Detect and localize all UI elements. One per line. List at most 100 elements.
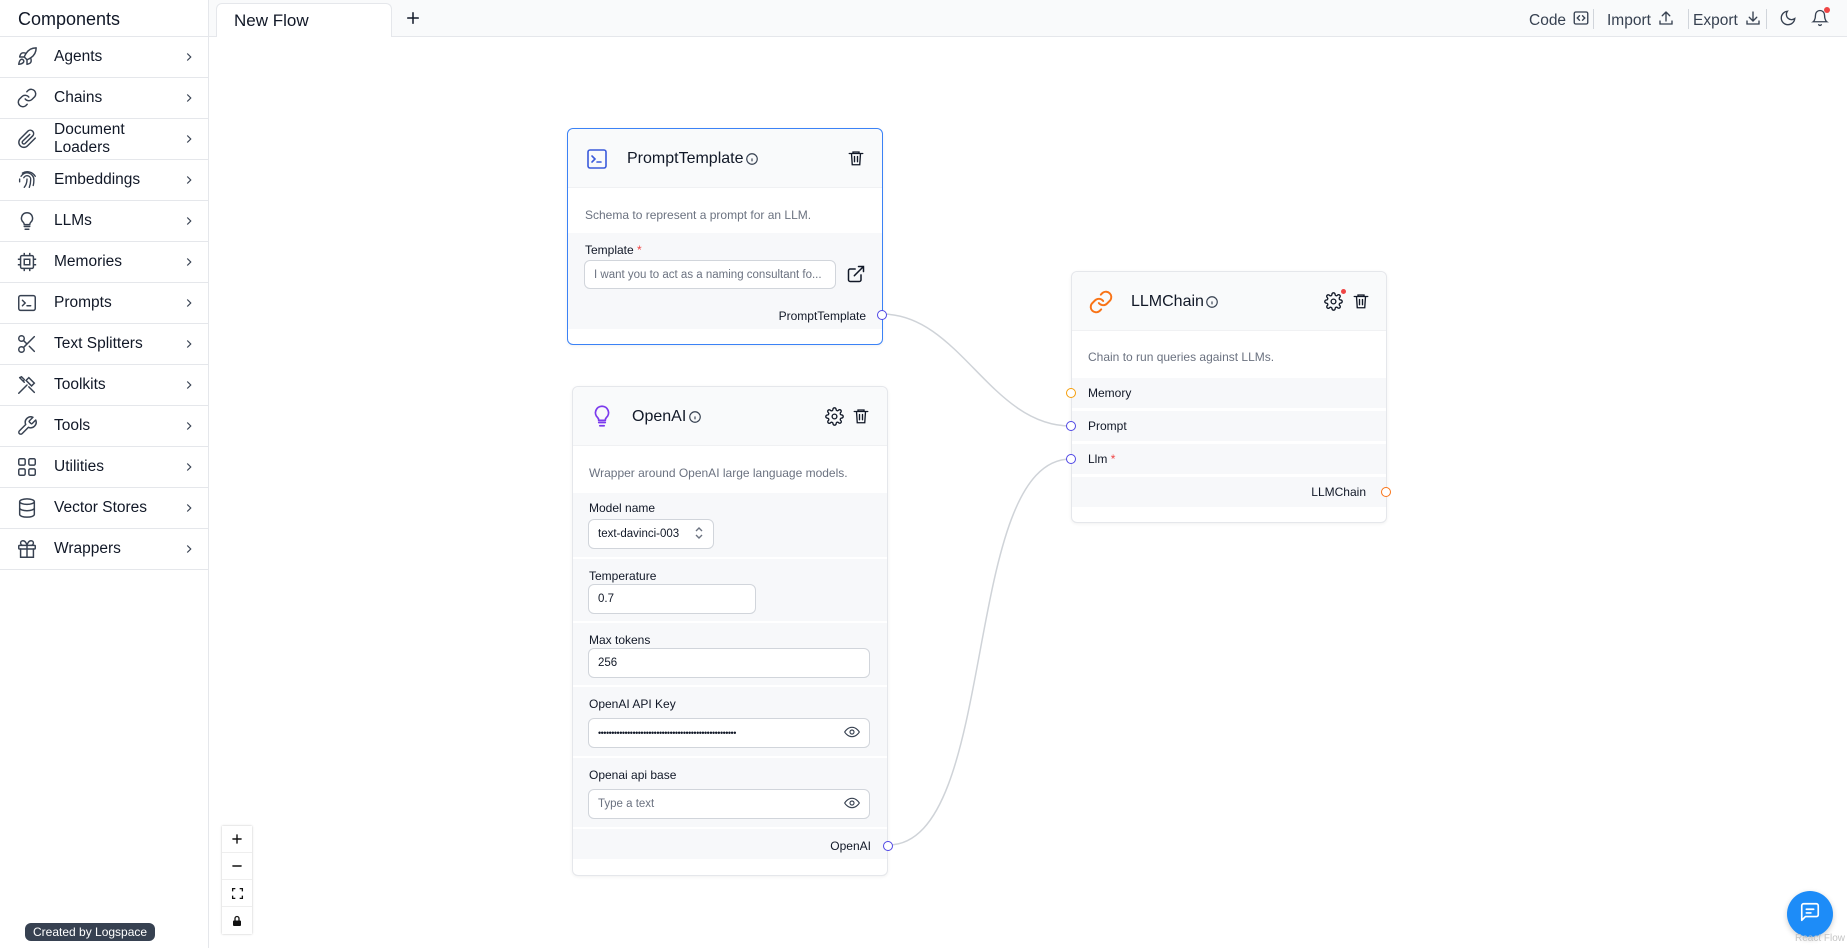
chevron-right-icon: [182, 542, 208, 556]
add-tab-button[interactable]: [404, 9, 422, 32]
export-button[interactable]: Export: [1693, 9, 1762, 32]
zoom-controls: [222, 826, 252, 934]
zoom-in-button[interactable]: [222, 826, 252, 853]
wrench-icon: [0, 415, 54, 437]
api-base-placeholder: Type a text: [598, 798, 655, 810]
external-link-icon[interactable]: [846, 264, 866, 289]
trash-icon[interactable]: [847, 149, 865, 172]
memory-input-label: Memory: [1088, 386, 1132, 400]
notifications-button[interactable]: [1811, 7, 1830, 32]
flow-canvas[interactable]: [209, 37, 1847, 948]
sidebar-item-embeddings[interactable]: Embeddings: [0, 160, 208, 201]
import-button[interactable]: Import: [1607, 9, 1675, 32]
llmchain-output-handle[interactable]: [1381, 487, 1391, 497]
model-name-value: text-davinci-003: [598, 528, 680, 540]
divider: [1688, 9, 1689, 29]
api-key-label: OpenAI API Key: [589, 697, 676, 711]
prompt-template-node[interactable]: PromptTemplate Schema to represent a pro…: [567, 128, 887, 345]
node-title: OpenAI: [632, 408, 687, 425]
sidebar-item-memories[interactable]: Memories: [0, 242, 208, 283]
llm-input-label: Llm *: [1088, 452, 1116, 466]
template-input[interactable]: I want you to act as a naming consultant…: [584, 260, 836, 289]
sidebar-item-agents[interactable]: Agents: [0, 37, 208, 78]
prompt-template-output-handle[interactable]: [877, 310, 887, 320]
created-by-badge[interactable]: Created by Logspace: [25, 923, 156, 941]
eye-icon[interactable]: [844, 724, 860, 742]
link-icon: [1088, 289, 1114, 320]
fit-view-button[interactable]: [222, 880, 252, 907]
openai-node[interactable]: OpenAI Wrapper around OpenAI large langu…: [572, 386, 893, 876]
rocket-icon: [0, 46, 54, 68]
max-tokens-label: Max tokens: [589, 633, 651, 647]
memory-input-handle[interactable]: [1066, 388, 1076, 398]
tab-new-flow[interactable]: New Flow: [216, 3, 392, 37]
sidebar-item-label: Toolkits: [54, 376, 106, 393]
info-icon[interactable]: [745, 152, 759, 171]
max-tokens-input[interactable]: 256: [588, 648, 870, 678]
sidebar-item-llms[interactable]: LLMs: [0, 201, 208, 242]
gift-icon: [0, 538, 54, 560]
node-description: Wrapper around OpenAI large language mod…: [589, 466, 848, 480]
gear-icon[interactable]: [825, 407, 844, 431]
node-description: Chain to run queries against LLMs.: [1088, 350, 1275, 364]
sidebar-item-label: LLMs: [54, 212, 92, 229]
lock-button[interactable]: [222, 907, 252, 934]
output-label: OpenAI: [830, 839, 871, 853]
sidebar-item-prompts[interactable]: Prompts: [0, 283, 208, 324]
sidebar-item-chains[interactable]: Chains: [0, 78, 208, 119]
dark-mode-toggle[interactable]: [1779, 9, 1797, 32]
trash-icon[interactable]: [1352, 292, 1370, 315]
prompt-input-handle[interactable]: [1066, 421, 1076, 431]
grid-icon: [0, 456, 54, 478]
api-base-input[interactable]: Type a text: [588, 789, 870, 819]
template-label: Template *: [585, 243, 642, 257]
chevron-right-icon: [182, 378, 208, 392]
api-base-label: Openai api base: [589, 768, 677, 782]
moon-icon: [1779, 9, 1797, 32]
code-button[interactable]: Code: [1529, 9, 1590, 32]
components-sidebar: Components Agents Chains Document Loader…: [0, 0, 209, 948]
sidebar-item-toolkits[interactable]: Toolkits: [0, 365, 208, 406]
sidebar-item-label: Utilities: [54, 458, 104, 475]
sidebar-item-wrappers[interactable]: Wrappers: [0, 529, 208, 570]
api-key-input[interactable]: ••••••••••••••••••••••••••••••••••••••••…: [588, 718, 870, 748]
chevron-right-icon: [182, 419, 208, 433]
temperature-label: Temperature: [589, 569, 657, 583]
chevron-right-icon: [182, 296, 208, 310]
openai-output-handle[interactable]: [883, 841, 893, 851]
react-flow-attribution[interactable]: React Flow: [1795, 933, 1845, 944]
zoom-out-button[interactable]: [222, 853, 252, 880]
chevron-right-icon: [182, 337, 208, 351]
sidebar-title: Components: [0, 0, 208, 37]
chevron-right-icon: [182, 132, 208, 146]
eye-icon[interactable]: [844, 795, 860, 814]
scissors-icon: [0, 333, 54, 355]
lightbulb-icon: [589, 403, 615, 434]
sidebar-item-tools[interactable]: Tools: [0, 406, 208, 447]
llm-input-handle[interactable]: [1066, 454, 1076, 464]
fingerprint-icon: [0, 169, 54, 191]
divider: [1593, 9, 1594, 29]
chevron-right-icon: [182, 460, 208, 474]
sidebar-item-document-loaders[interactable]: Document Loaders: [0, 119, 208, 160]
temperature-input[interactable]: 0.7: [588, 584, 756, 614]
node-header: LLMChain: [1072, 272, 1386, 331]
llmchain-node[interactable]: LLMChain Chain to run queries against LL…: [1066, 271, 1391, 523]
model-name-select[interactable]: text-davinci-003: [588, 519, 714, 549]
sidebar-item-vector-stores[interactable]: Vector Stores: [0, 488, 208, 529]
chevron-right-icon: [182, 91, 208, 105]
sidebar-item-text-splitters[interactable]: Text Splitters: [0, 324, 208, 365]
sidebar-item-label: Agents: [54, 48, 103, 65]
code-label: Code: [1529, 11, 1567, 29]
chevron-right-icon: [182, 173, 208, 187]
sidebar-item-utilities[interactable]: Utilities: [0, 447, 208, 488]
sidebar-item-label: Prompts: [54, 294, 112, 311]
tools-icon: [0, 374, 54, 396]
info-icon[interactable]: [688, 410, 702, 429]
trash-icon[interactable]: [852, 407, 870, 430]
chat-button[interactable]: [1787, 891, 1833, 937]
info-icon[interactable]: [1205, 295, 1219, 314]
node-header: PromptTemplate: [568, 129, 882, 188]
database-icon: [0, 497, 54, 519]
gear-icon[interactable]: [1324, 289, 1346, 316]
